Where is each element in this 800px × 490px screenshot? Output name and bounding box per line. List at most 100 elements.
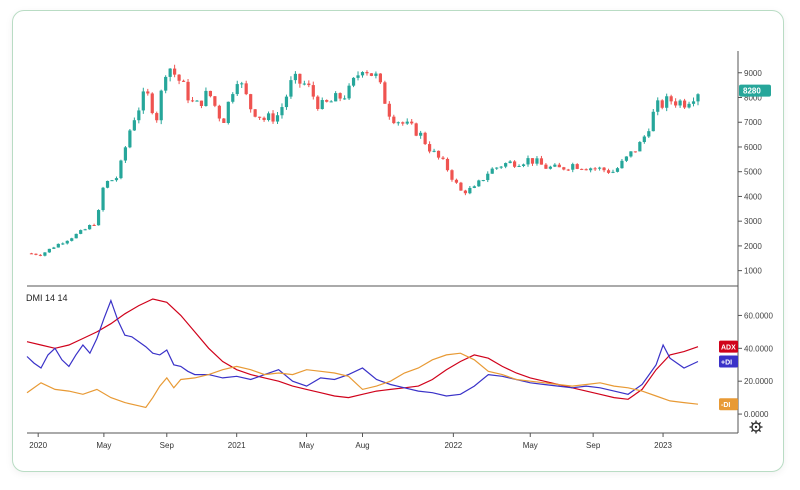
candle-up bbox=[293, 73, 297, 81]
time-tick-label: May bbox=[523, 441, 538, 450]
time-tick-label: Aug bbox=[355, 441, 369, 450]
candle-down bbox=[401, 122, 405, 124]
candle-up bbox=[235, 84, 239, 95]
candle-down bbox=[262, 117, 266, 121]
candle-down bbox=[392, 116, 396, 124]
candle-up bbox=[691, 101, 696, 104]
candle-down bbox=[580, 168, 584, 170]
dmi-tick-label: 0.0000 bbox=[744, 410, 769, 419]
candle-down bbox=[258, 116, 262, 118]
candle-up bbox=[231, 94, 235, 102]
candle-up bbox=[61, 243, 65, 245]
candle-up bbox=[52, 247, 56, 249]
candle-up bbox=[481, 180, 485, 182]
candle-up bbox=[123, 147, 128, 161]
candle-down bbox=[445, 158, 450, 171]
candle-up bbox=[132, 120, 136, 131]
candle-up bbox=[597, 167, 602, 169]
candle-down bbox=[660, 100, 664, 108]
candle-down bbox=[338, 93, 342, 99]
price-tick-label: 1000 bbox=[744, 267, 762, 276]
candle-up bbox=[56, 243, 60, 248]
price-tick-label: 2000 bbox=[744, 242, 762, 251]
candle-up bbox=[226, 101, 230, 123]
price-tick-label: 6000 bbox=[744, 143, 762, 152]
candle-down bbox=[222, 118, 226, 123]
candle-up bbox=[159, 90, 163, 121]
time-tick-label: Sep bbox=[160, 441, 175, 450]
candle-up bbox=[356, 75, 360, 78]
candle-up bbox=[656, 100, 660, 112]
minus-di-badge-label: -DI bbox=[721, 402, 730, 409]
indicator-label: DMI 14 14 bbox=[26, 293, 68, 303]
candle-down bbox=[633, 151, 637, 153]
time-tick-label: May bbox=[299, 441, 314, 450]
minus-di-line bbox=[26, 352, 699, 409]
settings-gear-icon[interactable] bbox=[749, 420, 763, 434]
candle-down bbox=[155, 113, 159, 121]
candle-down bbox=[602, 167, 606, 171]
time-tick-label: 2021 bbox=[228, 441, 246, 450]
stock-chart[interactable]: 1000200030004000500060007000800090008280… bbox=[13, 11, 783, 471]
candle-up bbox=[280, 107, 284, 116]
candle-up bbox=[74, 233, 78, 239]
candle-up bbox=[589, 168, 593, 171]
candle-up bbox=[351, 77, 356, 86]
candle-down bbox=[441, 157, 445, 159]
candle-down bbox=[606, 170, 611, 173]
candle-up bbox=[83, 229, 87, 231]
candle-down bbox=[674, 101, 678, 106]
candle-up bbox=[665, 96, 669, 108]
candle-up bbox=[526, 158, 530, 165]
candle-up bbox=[396, 122, 400, 124]
candle-down bbox=[325, 100, 329, 102]
candle-up bbox=[405, 121, 409, 124]
candle-up bbox=[360, 72, 365, 76]
candles bbox=[29, 64, 700, 257]
candle-down bbox=[369, 73, 374, 76]
candle-down bbox=[584, 169, 588, 171]
candle-up bbox=[114, 178, 119, 181]
candle-up bbox=[642, 136, 646, 143]
candle-down bbox=[378, 73, 382, 83]
dmi-axis: 0.0000 20.0000 40.0000 60.0000 ADX +DI -DI bbox=[719, 311, 773, 419]
candle-down bbox=[208, 90, 213, 97]
candle-up bbox=[553, 164, 557, 167]
candle-up bbox=[696, 94, 700, 102]
candle-down bbox=[181, 80, 186, 82]
candle-up bbox=[611, 171, 615, 173]
candle-down bbox=[311, 85, 315, 97]
candle-up bbox=[647, 131, 651, 137]
dmi-pane[interactable] bbox=[26, 298, 699, 409]
candle-up bbox=[70, 238, 74, 241]
price-pane[interactable] bbox=[27, 51, 739, 434]
candle-up bbox=[468, 187, 472, 194]
dmi-tick-label: 20.0000 bbox=[744, 377, 773, 386]
candle-up bbox=[96, 210, 101, 226]
candle-up bbox=[275, 115, 280, 122]
candle-up bbox=[535, 158, 539, 164]
time-axis[interactable]: 2020 May Sep 2021 May Aug 2022 May Sep 2023 bbox=[29, 433, 673, 450]
candle-up bbox=[164, 76, 168, 91]
candle-up bbox=[678, 100, 682, 106]
candle-down bbox=[428, 144, 432, 152]
candle-up bbox=[472, 186, 476, 188]
candle-up bbox=[284, 96, 289, 108]
candle-up bbox=[504, 163, 508, 167]
candle-up bbox=[101, 187, 105, 211]
candle-down bbox=[186, 81, 190, 101]
price-tick-label: 3000 bbox=[744, 217, 762, 226]
candle-up bbox=[343, 98, 347, 100]
candle-up bbox=[88, 224, 92, 230]
plus-di-badge-label: +DI bbox=[721, 359, 732, 366]
candle-up bbox=[651, 111, 655, 132]
candle-down bbox=[38, 254, 43, 256]
candle-down bbox=[244, 83, 248, 95]
candle-up bbox=[486, 173, 490, 181]
candle-down bbox=[383, 82, 387, 104]
candle-down bbox=[253, 109, 257, 117]
last-price-label: 8280 bbox=[743, 87, 761, 96]
candle-down bbox=[682, 100, 687, 108]
candle-down bbox=[450, 170, 454, 180]
candle-down bbox=[307, 83, 311, 86]
